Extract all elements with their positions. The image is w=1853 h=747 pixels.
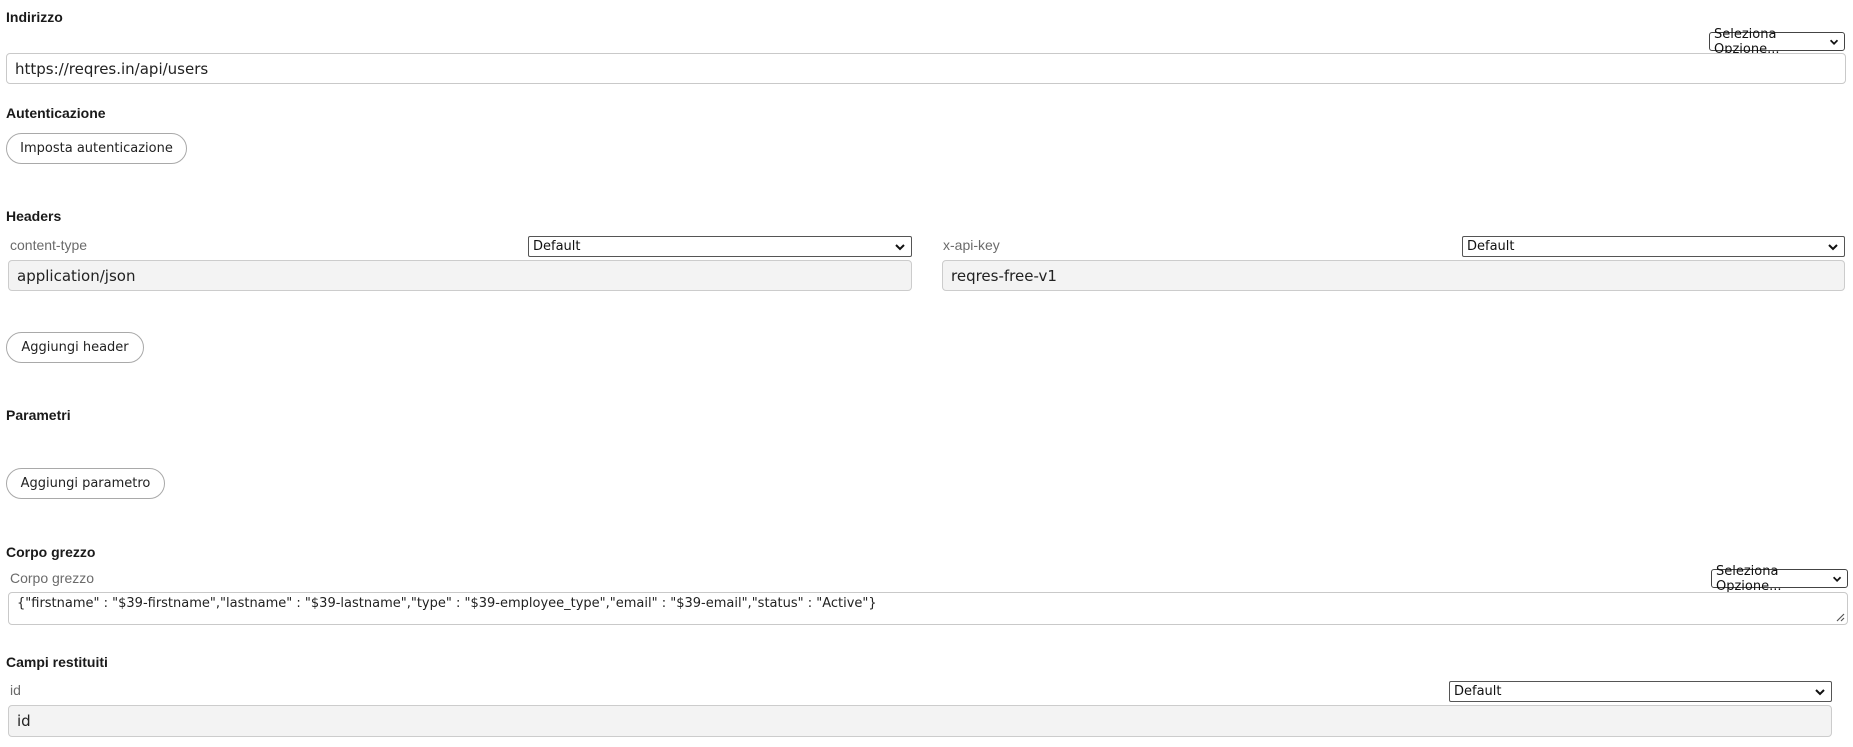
returned-field-id-select-value: Default	[1454, 684, 1502, 699]
chevron-down-icon	[1832, 576, 1842, 582]
returned-fields-section-title: Campi restituiti	[6, 654, 108, 670]
chevron-down-icon	[1829, 39, 1839, 45]
returned-field-id-value-field[interactable]: id	[8, 705, 1832, 737]
address-url-value: https://reqres.in/api/users	[15, 59, 209, 78]
add-header-button-label: Aggiungi header	[21, 340, 129, 355]
header-label-content-type: content-type	[10, 237, 88, 253]
header-x-api-key-select-value: Default	[1467, 239, 1515, 254]
raw-body-value: {"firstname" : "$39-firstname","lastname…	[17, 596, 877, 611]
set-authentication-button[interactable]: Imposta autenticazione	[6, 133, 187, 164]
header-content-type-select-value: Default	[533, 239, 581, 254]
header-x-api-key-value: reqres-free-v1	[951, 266, 1057, 285]
raw-body-option-select-value: Seleziona Opzione...	[1716, 563, 1782, 594]
header-content-type-value-field[interactable]: application/json	[8, 260, 912, 291]
raw-body-option-select[interactable]: Seleziona Opzione...	[1711, 564, 1848, 594]
params-section-title: Parametri	[6, 407, 71, 423]
address-option-select[interactable]: Seleziona Opzione...	[1709, 27, 1845, 57]
returned-field-id-select[interactable]: Default	[1449, 681, 1832, 702]
add-parameter-button[interactable]: Aggiungi parametro	[6, 468, 165, 499]
header-label-x-api-key: x-api-key	[943, 237, 1000, 253]
chevron-down-icon	[1828, 243, 1838, 250]
resize-grip-icon[interactable]	[1835, 612, 1845, 622]
header-content-type-select[interactable]: Default	[528, 236, 912, 257]
raw-body-textarea[interactable]: {"firstname" : "$39-firstname","lastname…	[8, 592, 1848, 625]
raw-body-label: Corpo grezzo	[10, 570, 95, 586]
header-x-api-key-select[interactable]: Default	[1462, 236, 1845, 257]
set-authentication-button-label: Imposta autenticazione	[20, 141, 173, 156]
add-parameter-button-label: Aggiungi parametro	[20, 476, 151, 491]
headers-section-title: Headers	[6, 208, 62, 224]
address-url-input[interactable]: https://reqres.in/api/users	[6, 53, 1846, 84]
chevron-down-icon	[1815, 688, 1825, 695]
returned-field-label-id: id	[10, 682, 21, 698]
raw-body-section-title: Corpo grezzo	[6, 544, 96, 560]
header-content-type-value: application/json	[17, 266, 136, 285]
returned-field-id-value: id	[17, 712, 31, 730]
header-x-api-key-value-field[interactable]: reqres-free-v1	[942, 260, 1845, 291]
chevron-down-icon	[895, 243, 905, 250]
auth-section-title: Autenticazione	[6, 105, 106, 121]
address-option-select-value: Seleziona Opzione...	[1714, 26, 1780, 57]
add-header-button[interactable]: Aggiungi header	[6, 332, 144, 363]
address-section-title: Indirizzo	[6, 9, 63, 25]
